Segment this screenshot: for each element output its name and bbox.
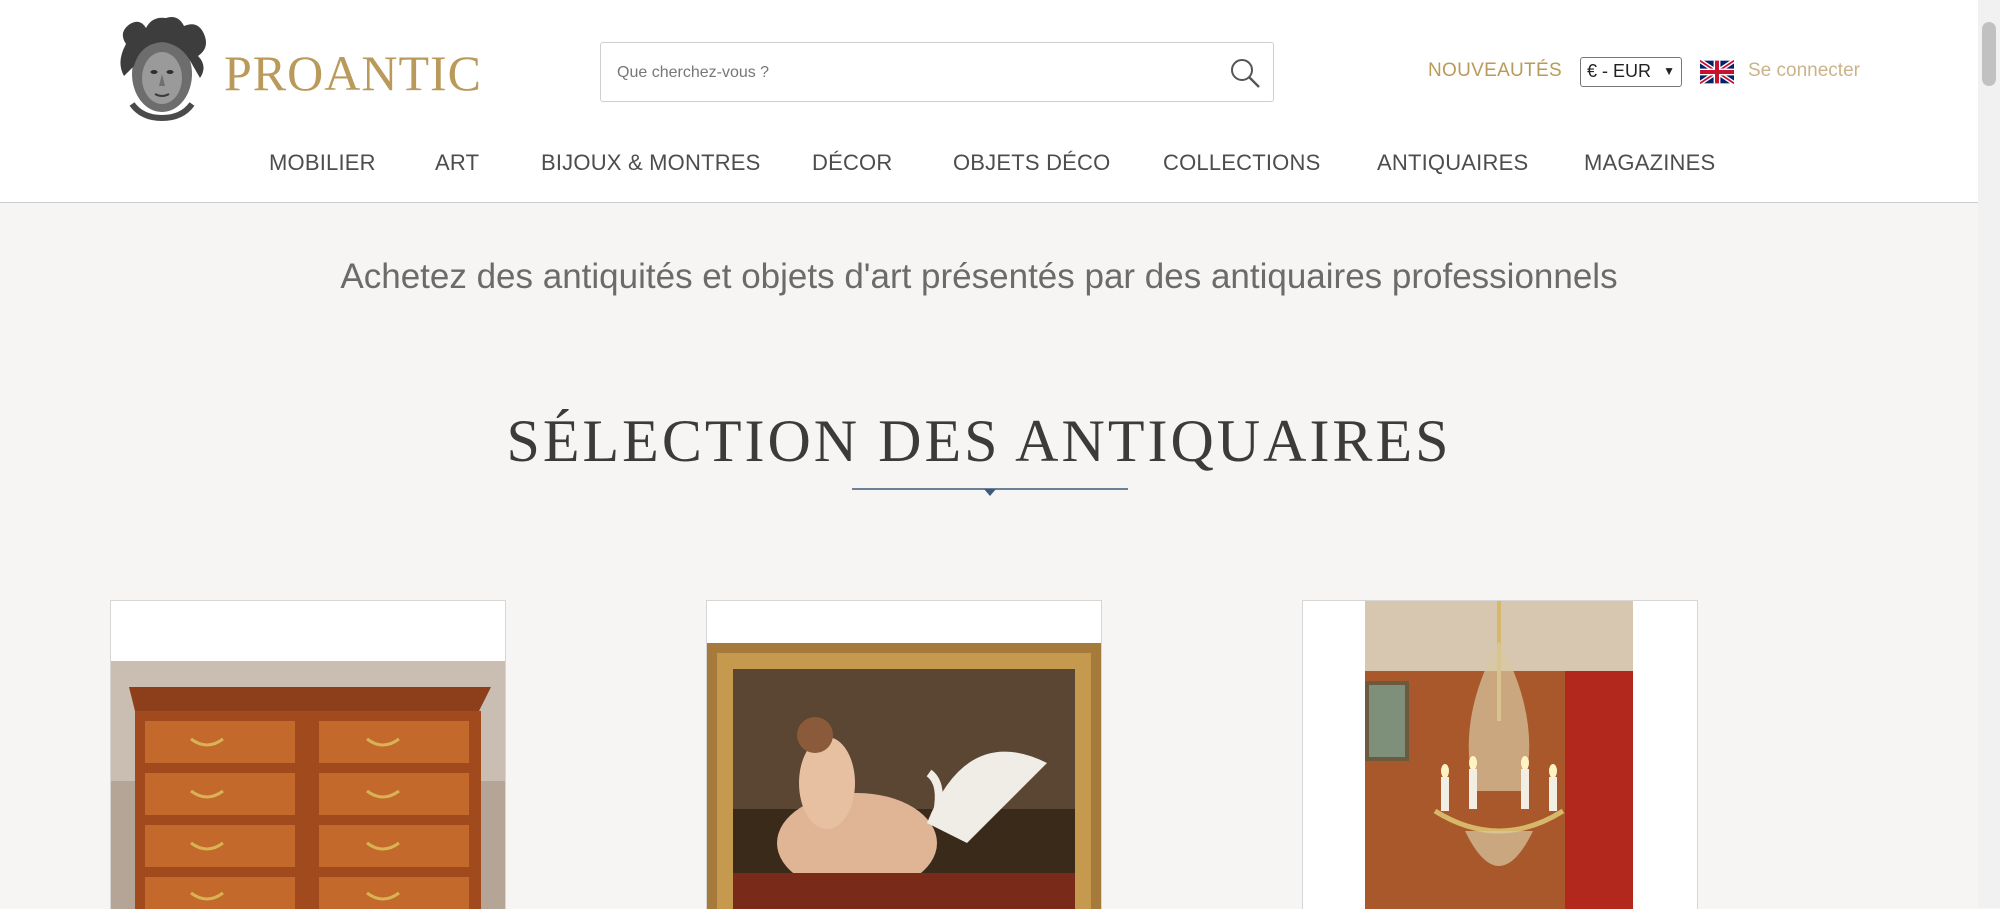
section-title: SÉLECTION DES ANTIQUAIRES	[506, 408, 1452, 474]
nav-item-antiquaires[interactable]: ANTIQUAIRES	[1377, 150, 1528, 176]
nav-item-mobilier[interactable]: MOBILIER	[269, 150, 376, 176]
search-input[interactable]	[615, 52, 1199, 94]
painting-image[interactable]	[707, 643, 1101, 909]
scrollbar-thumb[interactable]	[1982, 22, 1996, 86]
commode-image[interactable]	[111, 661, 505, 909]
currency-value: € - EUR	[1587, 61, 1652, 81]
page-scrollbar[interactable]	[1978, 0, 2000, 908]
product-card[interactable]	[1302, 600, 1698, 909]
nav-item-bijoux-montres[interactable]: BIJOUX & MONTRES	[541, 150, 761, 176]
product-card[interactable]	[706, 600, 1102, 909]
nav-item-magazines[interactable]: MAGAZINES	[1584, 150, 1715, 176]
news-link[interactable]: NOUVEAUTÉS	[1428, 60, 1562, 82]
chevron-down-icon: ▼	[1663, 64, 1675, 78]
site-header: PROANTIC NOUVEAUTÉS € - EUR ▼ Se connect…	[0, 0, 1978, 203]
search-icon[interactable]	[1229, 57, 1261, 89]
nav-item-art[interactable]: ART	[435, 150, 479, 176]
tagline: Achetez des antiquités et objets d'art p…	[340, 257, 1618, 296]
uk-flag-icon[interactable]	[1700, 60, 1734, 84]
nav-item-decor[interactable]: DÉCOR	[812, 150, 892, 176]
login-link[interactable]: Se connecter	[1748, 60, 1860, 82]
chandelier-image[interactable]	[1365, 601, 1633, 909]
brand-name[interactable]: PROANTIC	[224, 44, 482, 102]
search-bar	[600, 42, 1274, 102]
nav-item-objets-deco[interactable]: OBJETS DÉCO	[953, 150, 1110, 176]
product-card[interactable]	[110, 600, 506, 909]
currency-select[interactable]: € - EUR ▼	[1580, 57, 1682, 87]
nav-item-collections[interactable]: COLLECTIONS	[1163, 150, 1320, 176]
main-nav: MOBILIER ART BIJOUX & MONTRES DÉCOR OBJE…	[0, 150, 1978, 180]
title-underline	[852, 488, 1128, 496]
medusa-head-logo[interactable]	[112, 14, 212, 122]
